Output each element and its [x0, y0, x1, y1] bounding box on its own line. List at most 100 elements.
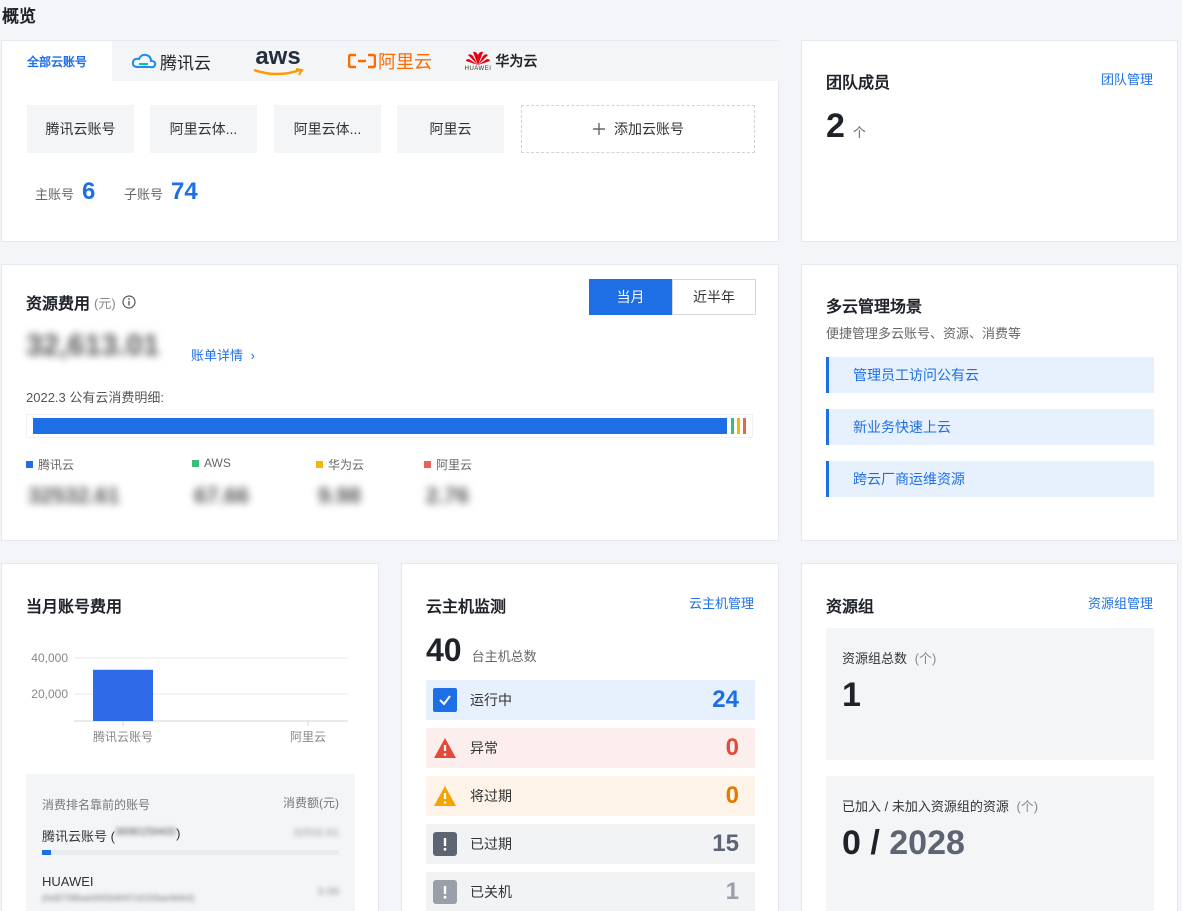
resource-cost-card: 资源费用 (元) 当月 近半年 32,613.01 账单详情 › 2022.3 … — [1, 264, 779, 541]
legend-swatch — [26, 461, 33, 468]
host-status-shutdown[interactable]: 已关机 1 — [426, 872, 755, 911]
plus-icon — [593, 123, 605, 135]
chevron-right-icon: › — [250, 348, 255, 363]
legend-huawei-value: 9.98 — [318, 483, 361, 508]
tab-huawei[interactable]: HUAWEI 华为云 — [456, 41, 546, 81]
groups-joined-label: 已加入 / 未加入资源组的资源 — [842, 799, 1009, 814]
team-title: 团队成员 — [826, 75, 891, 92]
tab-aliyun-label: 阿里云 — [378, 52, 432, 72]
shutdown-icon — [433, 880, 457, 904]
groups-total-label-wrap: 资源组总数 (个) — [842, 648, 936, 667]
expired-icon — [433, 832, 457, 856]
groups-total-unit: (个) — [914, 651, 937, 666]
legend-tencent: 腾讯云 — [26, 456, 74, 473]
add-cloud-account-button[interactable]: 添加云账号 — [521, 105, 755, 153]
account-chip-aliyun-1[interactable]: 阿里云体... — [150, 105, 257, 153]
groups-joined-unit: (个) — [1016, 799, 1039, 814]
cloud-accounts-card: 全部云账号 腾讯云 aws 阿里云 HUAWEI 华为云 腾讯云账号 阿里云体.… — [1, 40, 780, 242]
sub-account-count: 74 — [171, 178, 198, 205]
legend-swatch — [424, 461, 431, 468]
y-tick-label-40000: 40,000 — [31, 651, 68, 665]
scenario-item-cross-cloud-ops[interactable]: 跨云厂商运维资源 — [826, 461, 1154, 497]
hosts-total: 40 — [426, 632, 462, 668]
toplist-header-left: 消费排名靠前的账号 — [42, 798, 151, 812]
main-account-label: 主账号 — [35, 187, 75, 202]
host-status-running-label: 运行中 — [470, 692, 512, 708]
host-status-shutdown-count: 1 — [725, 878, 739, 905]
hosts-total-wrap: 40 台主机总数 — [426, 632, 537, 669]
toplist-row-2-value: 9.98 — [317, 886, 339, 898]
toplist-row-1-suffix: ) — [176, 826, 181, 841]
toggle-half-year[interactable]: 近半年 — [672, 279, 756, 315]
info-icon[interactable] — [122, 295, 136, 309]
sub-account-label: 子账号 — [124, 187, 164, 202]
warning-triangle-icon — [433, 784, 457, 808]
error-triangle-icon — [433, 736, 457, 760]
monthly-title: 当月账号费用 — [26, 599, 123, 616]
scenarios-subtitle: 便捷管理多云账号、资源、消费等 — [826, 326, 1022, 341]
legend-swatch — [192, 459, 199, 467]
tab-tencent-cloud[interactable]: 腾讯云 — [126, 41, 216, 81]
team-count-unit: 个 — [852, 125, 866, 140]
tab-aliyun[interactable]: 阿里云 — [342, 41, 438, 81]
cost-title-wrap: 资源费用 (元) — [26, 290, 136, 314]
groups-joined-count: 0 / — [842, 824, 880, 862]
toplist-row-1-name: 腾讯云账号 ( 3696159400 ) — [42, 826, 180, 845]
account-chip-tencent[interactable]: 腾讯云账号 — [27, 105, 134, 153]
resource-groups-card: 资源组 资源组管理 资源组总数 (个) 1 已加入 / 未加入资源组的资源 (个… — [801, 563, 1178, 911]
host-status-error-count: 0 — [725, 734, 739, 761]
toggle-current-month[interactable]: 当月 — [589, 279, 672, 315]
groups-manage-link[interactable]: 资源组管理 — [1088, 593, 1153, 612]
provider-tabs: 全部云账号 腾讯云 aws 阿里云 HUAWEI 华为云 — [2, 41, 780, 81]
tab-aws[interactable]: aws — [240, 41, 316, 81]
toplist-header-right: 消费额(元) — [283, 796, 339, 810]
host-status-expiring-count: 0 — [725, 782, 739, 809]
tab-all-accounts-label: 全部云账号 — [26, 54, 87, 69]
host-status-shutdown-label: 已关机 — [470, 884, 512, 900]
cost-bar-aws — [731, 418, 734, 434]
team-members-card: 团队成员 团队管理 2 个 — [801, 40, 1178, 242]
hosts-total-label: 台主机总数 — [471, 649, 537, 664]
aws-smile-icon — [253, 68, 304, 76]
hosts-title: 云主机监测 — [426, 599, 507, 616]
page-title: 概览 — [2, 7, 36, 26]
host-status-running[interactable]: 运行中 24 — [426, 680, 755, 720]
host-status-expiring[interactable]: 将过期 0 — [426, 776, 755, 816]
host-status-error[interactable]: 异常 0 — [426, 728, 755, 768]
toplist-row-2-id: (hid5798bae6659d6f47c6159ae4bfe4) — [42, 893, 195, 903]
cost-unit: (元) — [94, 295, 116, 311]
y-tick-label-20000: 20,000 — [31, 687, 68, 701]
account-chip-aliyun-3[interactable]: 阿里云 — [397, 105, 504, 153]
host-status-expired-count: 15 — [712, 830, 739, 857]
team-manage-link[interactable]: 团队管理 — [1101, 69, 1153, 88]
cost-bar-tencent — [33, 418, 727, 434]
bill-detail-link[interactable]: 账单详情 › — [191, 345, 255, 364]
account-chip-aliyun-2[interactable]: 阿里云体... — [274, 105, 381, 153]
cost-bar-aliyun — [743, 418, 746, 434]
legend-tencent-value: 32532.61 — [28, 483, 120, 508]
legend-swatch — [316, 461, 323, 468]
groups-title: 资源组 — [826, 599, 875, 616]
huawei-logo-text: HUAWEI — [464, 66, 492, 72]
toplist-row-1-value: 32532.61 — [293, 827, 339, 839]
aliyun-logo-icon — [348, 53, 376, 69]
host-status-expired[interactable]: 已过期 15 — [426, 824, 755, 864]
main-account-count: 6 — [82, 178, 96, 205]
legend-aliyun-label: 阿里云 — [436, 458, 473, 472]
legend-huawei: 华为云 — [316, 456, 364, 473]
cost-distribution-bar — [26, 414, 753, 438]
check-icon — [433, 688, 457, 712]
host-monitoring-card: 云主机监测 云主机管理 40 台主机总数 运行中 24 异常 0 将过期 0 已… — [401, 563, 779, 911]
legend-aws-label: AWS — [204, 456, 231, 470]
tab-aws-label: aws — [255, 43, 301, 70]
bar-0 — [93, 669, 153, 721]
bill-detail-label: 账单详情 — [191, 348, 244, 363]
host-status-expiring-label: 将过期 — [470, 788, 512, 804]
tab-all-accounts[interactable]: 全部云账号 — [2, 41, 112, 81]
scenarios-title: 多云管理场景 — [826, 299, 923, 316]
cost-title: 资源费用 — [26, 296, 91, 313]
groups-joined-values: 0 / 2028 — [842, 824, 965, 863]
scenario-item-quick-migration[interactable]: 新业务快速上云 — [826, 409, 1154, 445]
scenario-item-employee-access[interactable]: 管理员工访问公有云 — [826, 357, 1154, 393]
hosts-manage-link[interactable]: 云主机管理 — [689, 593, 754, 612]
